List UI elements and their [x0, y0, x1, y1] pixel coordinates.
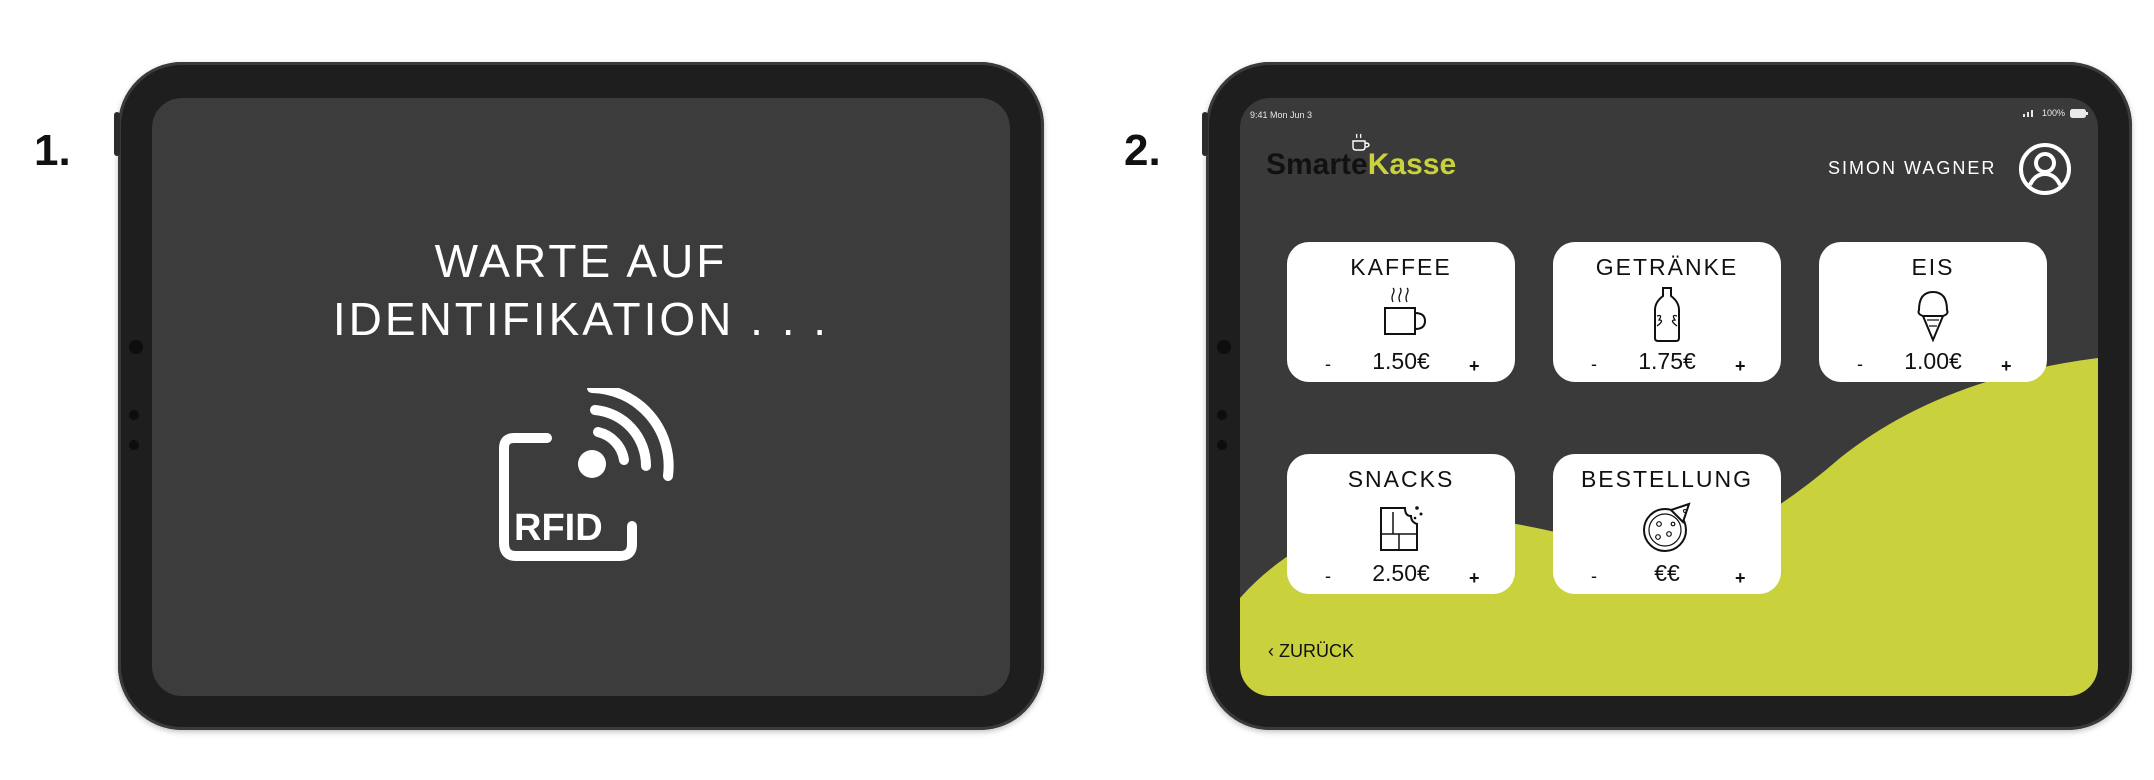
product-price: €€ — [1654, 560, 1680, 586]
coffee-cup-icon — [1384, 287, 1427, 335]
product-price: 1.50€ — [1372, 348, 1430, 374]
tablet-device-2: 9:41 Mon Jun 3 100% SmarteKasse SIMON WA… — [1202, 62, 2132, 730]
product-price: 1.75€ — [1638, 348, 1696, 374]
user-name: SIMON WAGNER — [1828, 158, 1997, 178]
product-title: SNACKS — [1347, 466, 1455, 492]
product-card-eis[interactable]: EIS 1.00€ - + — [1819, 242, 2047, 382]
increase-button[interactable]: + — [2001, 356, 2012, 377]
sensor-dot — [1217, 440, 1227, 450]
camera-dot — [129, 340, 143, 354]
product-title: KAFFEE — [1350, 254, 1452, 280]
increase-button[interactable]: + — [1735, 568, 1746, 589]
green-wave-background — [1240, 358, 2098, 696]
increase-button[interactable]: + — [1469, 568, 1480, 589]
product-card-snacks[interactable]: SNACKS 2.50€ - + — [1287, 454, 1515, 594]
battery-icon — [2070, 108, 2088, 118]
status-icons: 100% — [2022, 108, 2088, 118]
chocolate-bar-icon — [1380, 506, 1423, 551]
decrease-button[interactable]: - — [1325, 354, 1331, 375]
decrease-button[interactable]: - — [1857, 354, 1863, 375]
increase-button[interactable]: + — [1735, 356, 1746, 377]
product-title: GETRÄNKE — [1595, 254, 1739, 280]
status-time: 9:41 Mon Jun 3 — [1250, 110, 1313, 120]
signal-icon — [2022, 110, 2033, 117]
step-number-2: 2. — [1124, 126, 1161, 175]
decrease-button[interactable]: - — [1591, 566, 1597, 587]
user-avatar-icon[interactable] — [2018, 142, 2072, 196]
ice-cream-icon — [1917, 290, 1949, 342]
product-card-kaffee[interactable]: KAFFEE 1.50€ - + — [1287, 242, 1515, 382]
sensor-dot — [129, 410, 139, 420]
sensor-dot — [129, 440, 139, 450]
volume-button — [1202, 112, 1208, 156]
sensor-dot — [1217, 410, 1227, 420]
rfid-waiting-screen: WARTE AUF IDENTIFIKATION . . . RFID — [152, 98, 1010, 696]
rfid-icon: RFID — [499, 388, 674, 561]
app-logo: SmarteKasse — [1266, 148, 1456, 182]
logo-text-smarte: Smarte — [1266, 148, 1368, 181]
camera-dot — [1217, 340, 1231, 354]
battery-percent: 100% — [2041, 108, 2065, 118]
product-price: 1.00€ — [1904, 348, 1962, 374]
volume-button — [114, 112, 120, 156]
waiting-title-line-1: WARTE AUF — [434, 235, 728, 287]
logo-text-kasse: Kasse — [1367, 148, 1457, 181]
product-price: 2.50€ — [1372, 560, 1430, 586]
waiting-title-line-2: IDENTIFIKATION . . . — [332, 293, 830, 345]
decrease-button[interactable]: - — [1591, 354, 1597, 375]
pizza-icon — [1643, 502, 1691, 552]
step-number-1: 1. — [34, 126, 71, 175]
product-title: EIS — [1911, 254, 1955, 280]
increase-button[interactable]: + — [1469, 356, 1480, 377]
product-title: BESTELLUNG — [1580, 466, 1754, 492]
product-card-bestellung[interactable]: BESTELLUNG €€ - + — [1553, 454, 1781, 594]
product-selection-screen: 9:41 Mon Jun 3 100% SmarteKasse SIMON WA… — [1240, 98, 2098, 696]
back-button[interactable]: ‹ ZURÜCK — [1268, 641, 1354, 662]
product-card-getraenke[interactable]: GETRÄNKE 1.75€ - + — [1553, 242, 1781, 382]
rfid-label: RFID — [514, 507, 603, 549]
decrease-button[interactable]: - — [1325, 566, 1331, 587]
tablet-device-1: WARTE AUF IDENTIFIKATION . . . RFID — [114, 62, 1044, 730]
bottle-icon — [1654, 287, 1680, 342]
